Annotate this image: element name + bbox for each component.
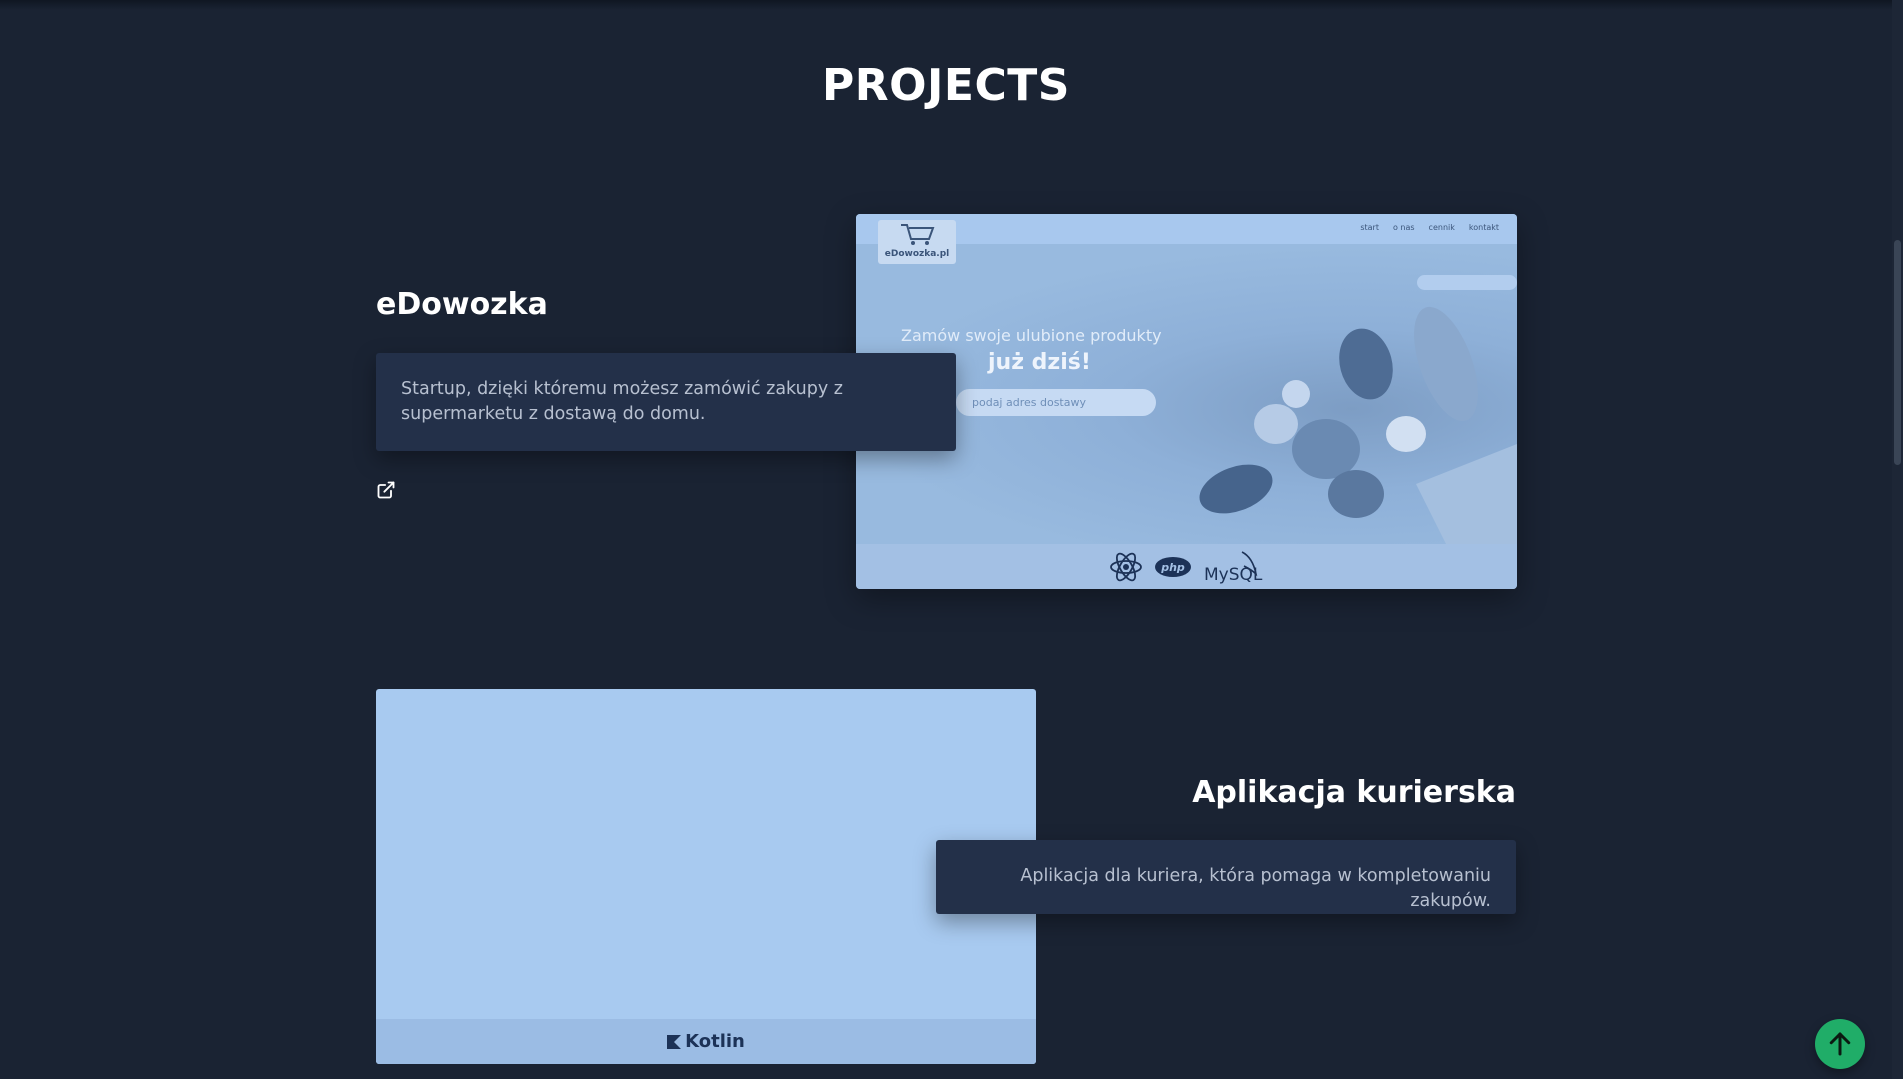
section-title: PROJECTS bbox=[822, 60, 1070, 111]
react-icon bbox=[1109, 552, 1142, 581]
project-title-aplikacja-kurierska: Aplikacja kurierska bbox=[1192, 775, 1516, 810]
scrollbar[interactable] bbox=[1892, 0, 1903, 1079]
back-to-top-button[interactable] bbox=[1815, 1019, 1865, 1069]
mock-site-headline: już dziś! bbox=[988, 350, 1091, 375]
mock-menu-item: o nas bbox=[1392, 223, 1415, 232]
tech-stack-bar: Kotlin bbox=[376, 1019, 1036, 1064]
arrow-up-icon bbox=[1829, 1032, 1851, 1056]
mysql-icon: MySQL bbox=[1204, 550, 1263, 585]
php-icon: php bbox=[1154, 556, 1191, 577]
mysql-label: MySQL bbox=[1204, 565, 1263, 585]
mock-site-pill bbox=[1417, 275, 1517, 290]
page: PROJECTS eDowozka Startup, dzięki którem… bbox=[0, 0, 1903, 1079]
cart-icon bbox=[901, 224, 935, 245]
mock-site-menu: start o nas cennik kontakt bbox=[1360, 223, 1499, 232]
project-title-edowozka: eDowozka bbox=[376, 287, 548, 322]
project-description-edowozka: Startup, dzięki któremu możesz zamówić z… bbox=[376, 353, 956, 451]
scrollbar-thumb[interactable] bbox=[1894, 240, 1901, 465]
mock-menu-item: start bbox=[1360, 223, 1379, 232]
mock-menu-item: cennik bbox=[1428, 223, 1455, 232]
top-shadow bbox=[0, 0, 1903, 10]
tech-stack-bar: php MySQL bbox=[856, 544, 1517, 589]
mock-logo-text: eDowozka.pl bbox=[884, 249, 950, 259]
php-label: php bbox=[1160, 561, 1185, 574]
external-link-icon[interactable] bbox=[376, 480, 396, 500]
kotlin-icon bbox=[667, 1034, 682, 1049]
mock-site-lead: Zamów swoje ulubione produkty bbox=[901, 326, 1162, 345]
project-description-aplikacja-kurierska: Aplikacja dla kuriera, która pomaga w ko… bbox=[936, 840, 1516, 914]
kotlin-label: Kotlin bbox=[685, 1031, 745, 1052]
mock-menu-item: kontakt bbox=[1468, 223, 1499, 232]
mock-address-input: podaj adres dostawy bbox=[956, 389, 1156, 416]
mock-site-logo: eDowozka.pl bbox=[878, 220, 956, 264]
